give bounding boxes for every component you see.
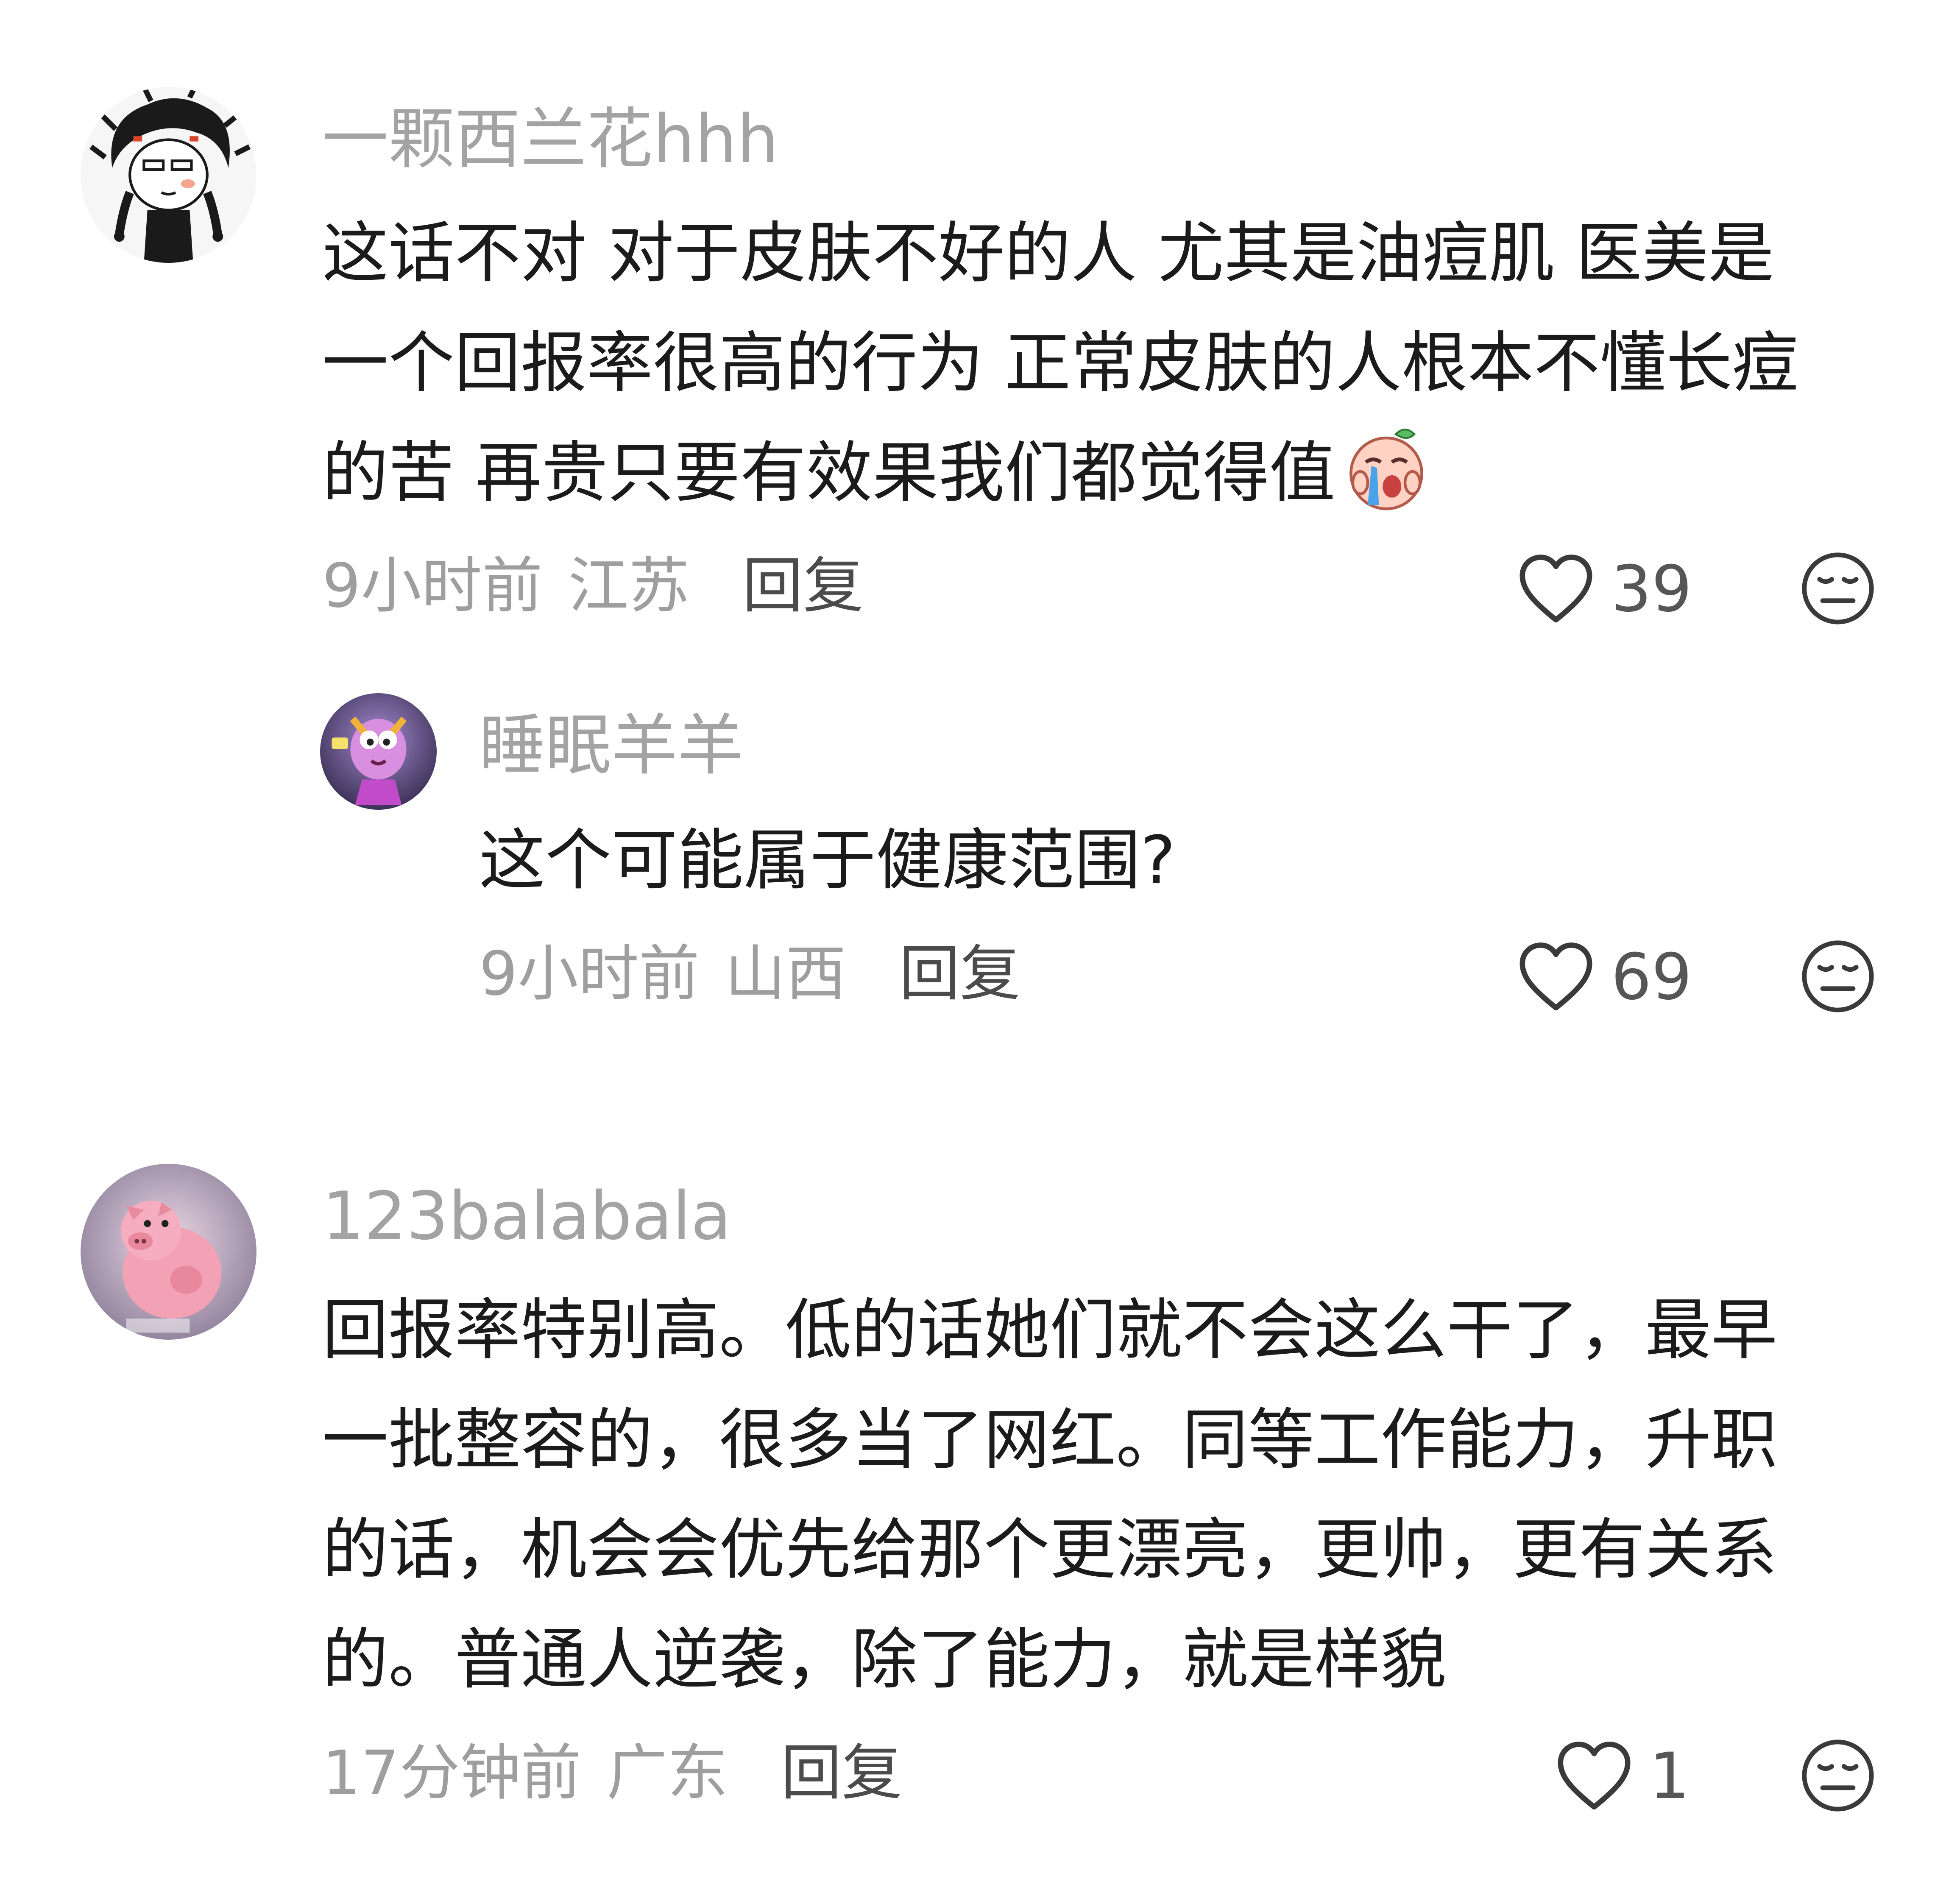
region: 江苏: [568, 550, 689, 621]
reply-button[interactable]: 回复: [899, 943, 1020, 1004]
like-count: 39: [1611, 552, 1692, 626]
timestamp: 9小时前: [322, 550, 543, 621]
dislike-face-icon: [1802, 1740, 1874, 1812]
comment-text-line: 一个回报率很高的行为 正常皮肤的人根本不懂长痘: [322, 324, 1798, 401]
dislike-face-icon: [1802, 940, 1874, 1012]
avatar[interactable]: [81, 87, 256, 263]
heart-outline-icon: [1519, 555, 1592, 623]
comment-text: 回报率特别高。低的话她们就不会这么干了，最早 一批整容的，很多当了网红。同等工作…: [322, 1275, 1777, 1714]
comment-meta: 9小时前 山西 回复: [479, 943, 1020, 1004]
timestamp: 9小时前: [479, 938, 700, 1009]
comment-text-line: 的。普通人逆袭，除了能力，就是样貌: [322, 1621, 1447, 1698]
username[interactable]: 123balabala: [322, 1183, 731, 1249]
comment-text-line: 的苦 再贵只要有效果我们都觉得值: [322, 418, 1798, 528]
heart-outline-icon: [1519, 942, 1592, 1011]
like-button[interactable]: 39: [1518, 547, 1692, 632]
heart-outline-icon: [1558, 1742, 1631, 1810]
dislike-button[interactable]: [1800, 550, 1876, 627]
like-button[interactable]: 69: [1518, 935, 1692, 1020]
reply-button[interactable]: 回复: [781, 1742, 902, 1803]
comment-text: 这个可能属于健康范围?: [479, 806, 1176, 915]
comment-text: 这话不对 对于皮肤不好的人 尤其是油痘肌 医美是 一个回报率很高的行为 正常皮肤…: [322, 198, 1798, 528]
comment-text-line: 的话，机会会优先给那个更漂亮，更帅，更有关系: [322, 1511, 1777, 1588]
comment-meta: 9小时前 江苏 回复: [322, 555, 864, 616]
comment-meta: 17分钟前 广东 回复: [322, 1742, 902, 1803]
comment-text-line: 一批整容的，很多当了网红。同等工作能力，升职: [322, 1401, 1777, 1478]
dislike-face-icon: [1802, 552, 1874, 624]
comment-text-line: 这个可能属于健康范围?: [479, 822, 1176, 899]
crying-emoji: [1349, 429, 1423, 510]
username[interactable]: 一颗西兰花hhh: [322, 106, 779, 172]
avatar[interactable]: [320, 693, 437, 810]
like-button[interactable]: 1: [1556, 1734, 1690, 1819]
comment-text-line: 这话不对 对于皮肤不好的人 尤其是油痘肌 医美是: [322, 215, 1774, 292]
dislike-button[interactable]: [1800, 1737, 1876, 1814]
timestamp: 17分钟前: [322, 1737, 581, 1808]
comment-text-segment: 的苦 再贵只要有效果我们都觉得值: [322, 434, 1335, 511]
comment-text-line: 回报率特别高。低的话她们就不会这么干了，最早: [322, 1291, 1777, 1369]
avatar[interactable]: [81, 1164, 256, 1340]
like-count: 69: [1611, 940, 1692, 1014]
username[interactable]: 睡眠羊羊: [479, 712, 744, 778]
region: 山西: [725, 938, 846, 1009]
dislike-button[interactable]: [1800, 938, 1876, 1015]
region: 广东: [606, 1737, 728, 1808]
reply-button[interactable]: 回复: [742, 555, 864, 616]
like-count: 1: [1649, 1740, 1690, 1813]
